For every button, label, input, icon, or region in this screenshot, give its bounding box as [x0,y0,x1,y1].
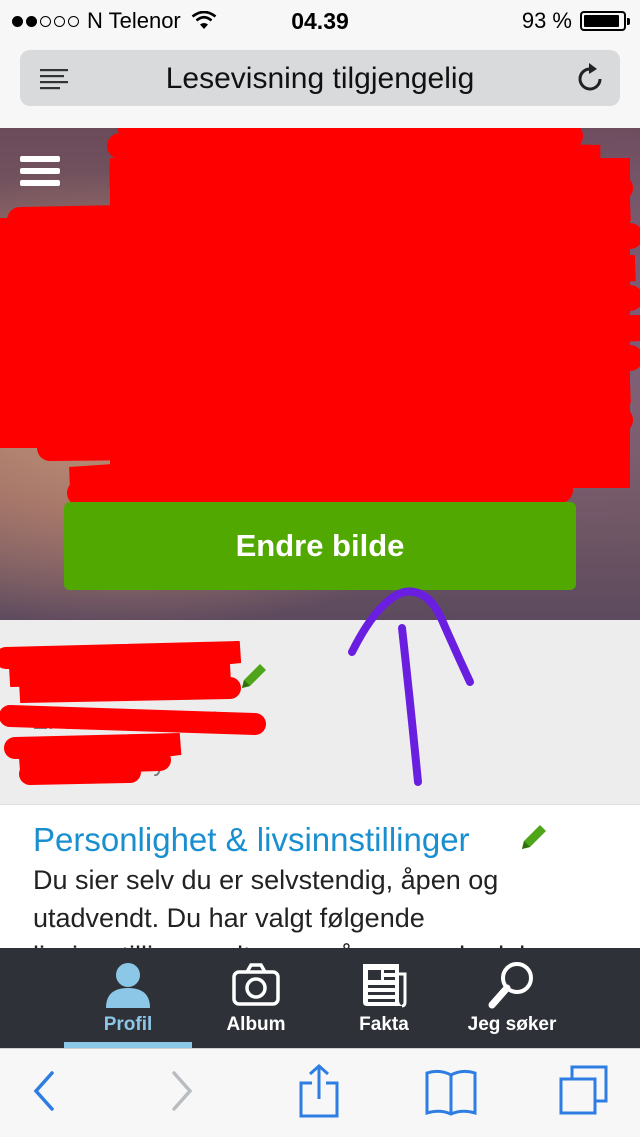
battery-percent: 93 % [521,8,572,33]
redaction-scribble [0,128,640,506]
app-tab-bar: Profil Album Fakta Jeg søker [0,948,640,1048]
address-bar[interactable]: Lesevisning tilgjengelig [20,50,620,106]
battery-icon [580,11,630,31]
reload-icon[interactable] [576,62,606,94]
bookmarks-icon[interactable] [424,1067,478,1117]
section-body: Du sier selv du er selvstendig, åpen og … [33,865,572,949]
pencil-icon[interactable] [238,660,270,692]
tabs-icon[interactable] [558,1065,610,1117]
status-bar: N Telenor 04.39 93 % [0,0,640,42]
redaction-scribble [0,641,266,785]
tab-label: Profil [103,1014,153,1035]
tab-label: Jeg søker [467,1014,557,1035]
tab-label: Album [226,1014,286,1035]
battery-group: 93 % [521,8,630,34]
back-chevron-icon[interactable] [30,1069,56,1113]
tab-profil[interactable]: Profil [64,948,192,1048]
personality-section: Personlighet & livsinnstillinger Du sier… [0,804,640,949]
forward-chevron-icon[interactable] [170,1069,196,1113]
profile-icon [106,963,150,1008]
page-title: Lesevisning tilgjengelig [165,62,475,95]
profile-info: Er av maskenfold by [0,620,640,804]
share-icon[interactable] [298,1063,340,1119]
pencil-icon[interactable] [518,821,550,853]
tab-jeg-soker[interactable]: Jeg søker [448,948,576,1048]
tab-label: Fakta [359,1014,409,1035]
browser-header: Lesevisning tilgjengelig [0,42,640,128]
browser-toolbar [0,1048,640,1137]
newspaper-icon [363,964,407,1008]
profile-photo: Endre bilde [0,128,640,620]
tab-fakta[interactable]: Fakta [320,948,448,1048]
change-photo-button[interactable]: Endre bilde [64,502,576,590]
tab-album[interactable]: Album [192,948,320,1048]
section-heading[interactable]: Personlighet & livsinnstillinger [33,821,470,859]
camera-icon [232,963,280,1006]
magnifier-icon [488,962,533,1009]
